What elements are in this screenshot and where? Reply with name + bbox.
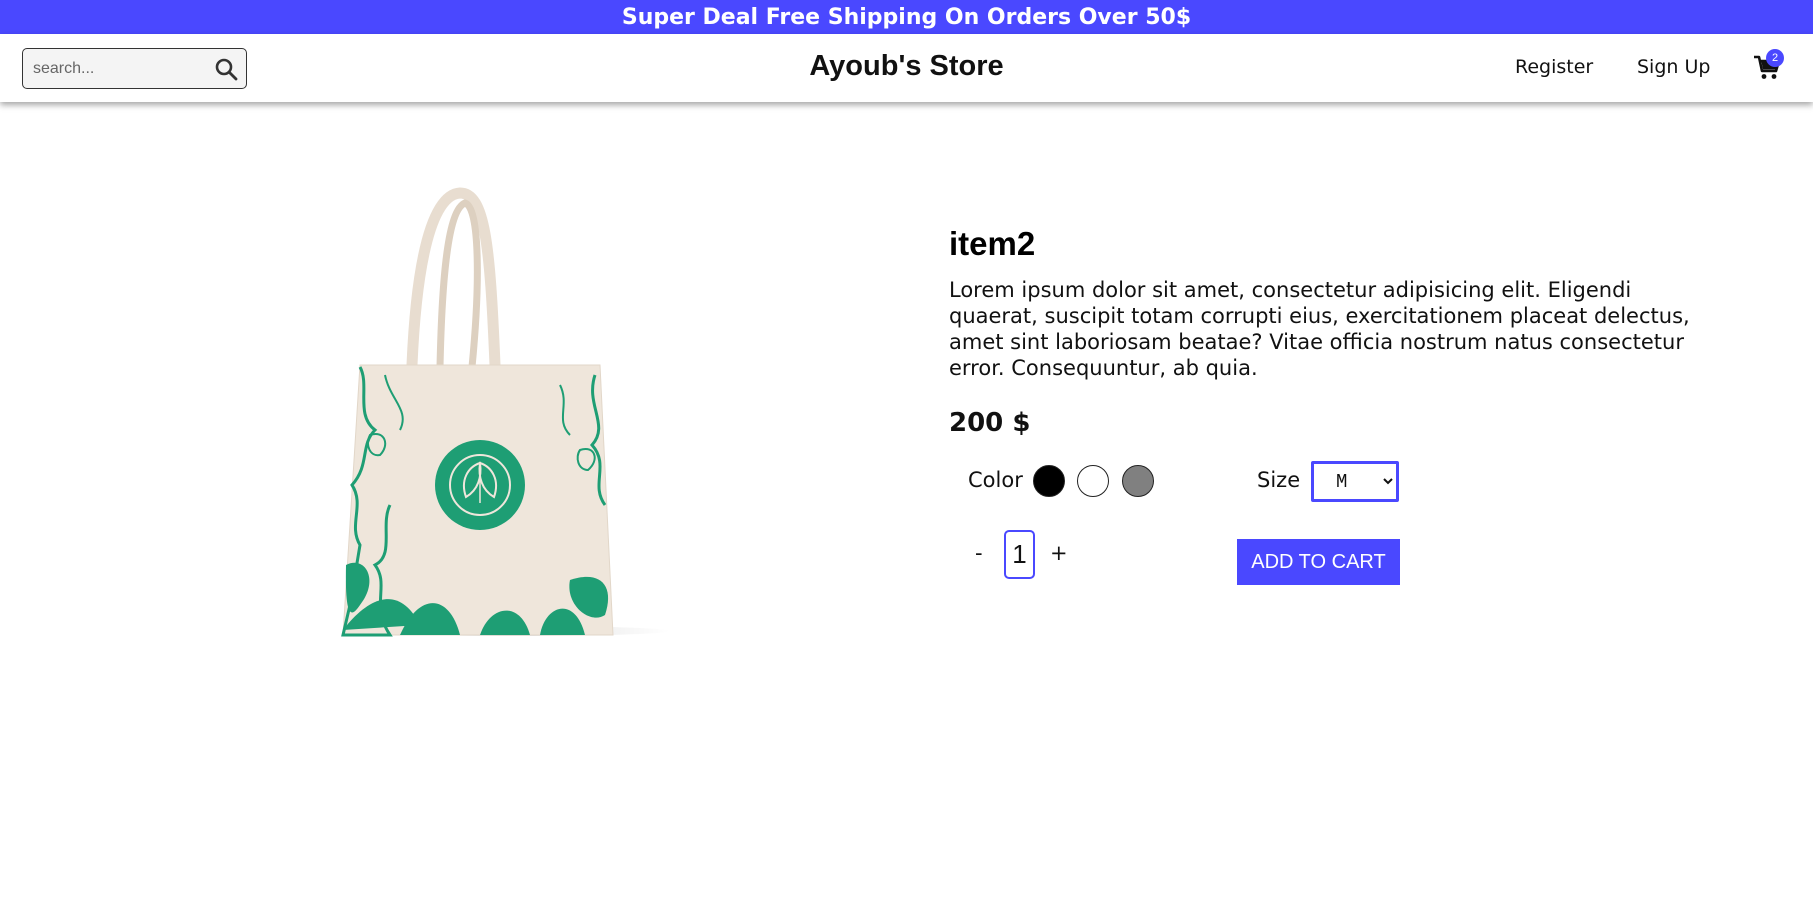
announcement-bar: Super Deal Free Shipping On Orders Over …	[0, 0, 1813, 34]
quantity-decrement-button[interactable]: -	[975, 541, 983, 565]
color-swatch-white[interactable]	[1077, 465, 1109, 497]
product-image	[341, 187, 670, 637]
color-swatch-black[interactable]	[1033, 465, 1065, 497]
product-details: item2 Lorem ipsum dolor sit amet, consec…	[949, 225, 1709, 381]
cart-count-badge: 2	[1766, 49, 1784, 67]
color-label: Color	[968, 468, 1023, 492]
navbar: Ayoub's Store Register Sign Up 2	[0, 34, 1813, 102]
register-link[interactable]: Register	[1515, 56, 1593, 78]
search-box[interactable]	[22, 48, 247, 89]
add-to-cart-button[interactable]: ADD TO CART	[1237, 539, 1400, 585]
product-price: 200 $	[949, 408, 1031, 438]
size-label: Size	[1257, 468, 1301, 492]
quantity-value: 1	[1004, 530, 1035, 579]
color-swatch-gray[interactable]	[1122, 465, 1154, 497]
search-input[interactable]	[23, 49, 203, 88]
search-icon[interactable]	[214, 57, 238, 81]
size-select[interactable]: M	[1311, 461, 1399, 502]
signup-link[interactable]: Sign Up	[1637, 56, 1710, 78]
quantity-increment-button[interactable]: +	[1050, 541, 1068, 565]
product-title: item2	[949, 225, 1036, 262]
product-description: Lorem ipsum dolor sit amet, consectetur …	[949, 278, 1690, 380]
